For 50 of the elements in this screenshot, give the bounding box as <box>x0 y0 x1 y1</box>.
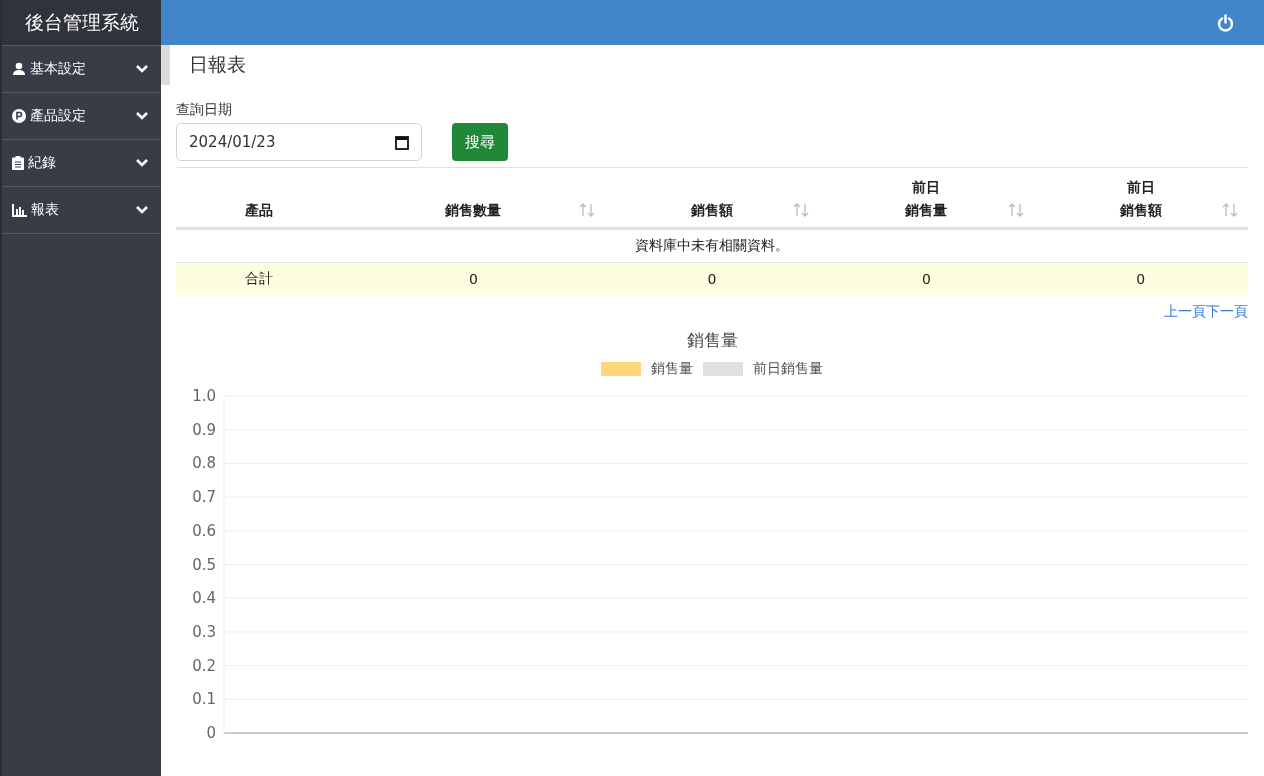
y-tick-label: 0.2 <box>192 656 216 675</box>
legend-label: 銷售量 <box>651 360 693 378</box>
chevron-icon <box>135 111 149 121</box>
total-cell: 0 <box>604 262 820 295</box>
y-tick-label: 0.8 <box>192 454 216 473</box>
total-cell: 0 <box>342 262 605 295</box>
total-cell: 合計 <box>176 262 342 295</box>
sort-icon[interactable] <box>793 203 810 217</box>
chevron-icon <box>135 64 149 74</box>
y-tick-label: 0.5 <box>192 555 216 574</box>
app-title: 後台管理系統 <box>2 0 161 46</box>
search-button[interactable]: 搜尋 <box>452 123 508 161</box>
y-tick-label: 0.6 <box>192 521 216 540</box>
prev-page-link[interactable]: 上一頁 <box>1164 303 1206 321</box>
total-cell: 0 <box>1033 262 1248 295</box>
p-circle-icon <box>12 109 26 123</box>
user-icon <box>12 62 26 76</box>
legend-label: 前日銷售量 <box>753 360 823 378</box>
total-cell: 0 <box>819 262 1034 295</box>
y-tick-label: 0.4 <box>192 589 216 608</box>
sort-icon[interactable] <box>1222 203 1238 217</box>
date-field[interactable]: 2024/01/23 <box>176 123 422 161</box>
sidebar-item[interactable]: 報表 <box>2 187 161 234</box>
title-accent-bar <box>161 45 170 85</box>
clipboard-icon <box>12 156 24 170</box>
chevron-icon <box>135 205 149 215</box>
column-header[interactable]: 前日 銷售量 <box>905 176 948 221</box>
sidebar-item[interactable]: 產品設定 <box>2 93 161 140</box>
bar-chart-icon <box>12 203 27 217</box>
next-page-link[interactable]: 下一頁 <box>1206 303 1248 321</box>
column-header[interactable]: 產品 <box>245 198 273 221</box>
column-header[interactable]: 銷售額 <box>691 198 733 221</box>
power-icon[interactable] <box>1217 13 1234 32</box>
sort-icon[interactable] <box>578 203 595 217</box>
y-tick-label: 0.3 <box>192 622 216 641</box>
chevron-icon <box>135 158 149 168</box>
empty-message: 資料庫中未有相關資料。 <box>176 228 1248 263</box>
y-tick-label: 0.7 <box>192 488 216 507</box>
date-label: 查詢日期 <box>176 101 233 119</box>
sidebar-item[interactable]: 紀錄 <box>2 140 161 187</box>
page-title: 日報表 <box>189 52 246 77</box>
calendar-icon <box>395 134 409 150</box>
y-tick-label: 0 <box>206 724 216 742</box>
column-header[interactable]: 前日 銷售額 <box>1119 176 1162 221</box>
y-tick-label: 0.9 <box>192 420 216 439</box>
y-tick-label: 0.1 <box>192 690 216 709</box>
column-header[interactable]: 銷售數量 <box>445 198 502 221</box>
y-tick-label: 1.0 <box>192 387 216 405</box>
chart-title: 銷售量 <box>686 329 738 352</box>
sort-icon[interactable] <box>1007 203 1024 217</box>
